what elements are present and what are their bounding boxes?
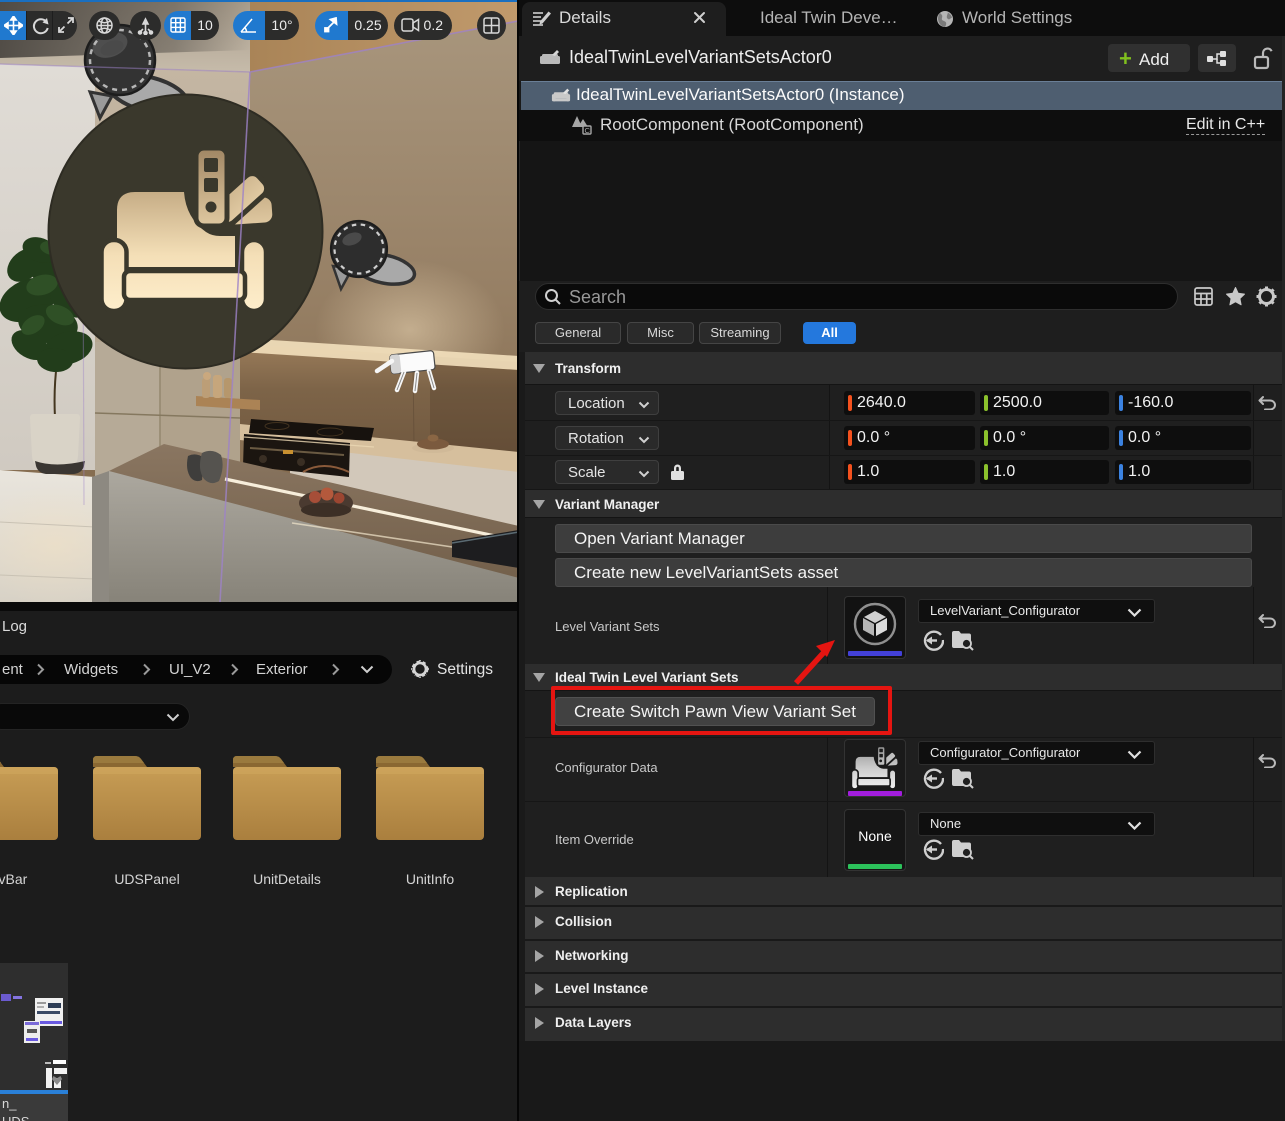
svg-text:C: C — [585, 126, 591, 135]
